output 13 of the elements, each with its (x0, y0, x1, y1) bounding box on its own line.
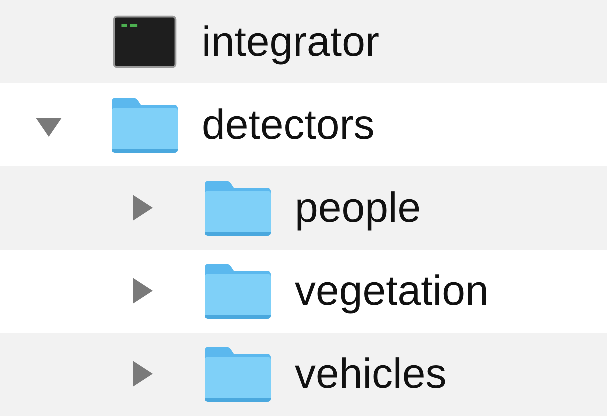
file-name: vehicles (295, 350, 447, 398)
folder-icon (204, 345, 272, 404)
file-name: detectors (202, 100, 375, 149)
file-name: integrator (202, 18, 380, 66)
folder-icon (204, 262, 272, 320)
file-row[interactable]: vehicles (0, 332, 607, 416)
file-name: vegetation (295, 267, 489, 316)
file-row[interactable]: integrator (0, 0, 607, 84)
file-row[interactable]: people (0, 166, 607, 250)
terminal-icon (113, 14, 177, 69)
folder-icon (111, 96, 179, 154)
folder-icon (204, 178, 272, 237)
file-name: people (295, 184, 422, 232)
